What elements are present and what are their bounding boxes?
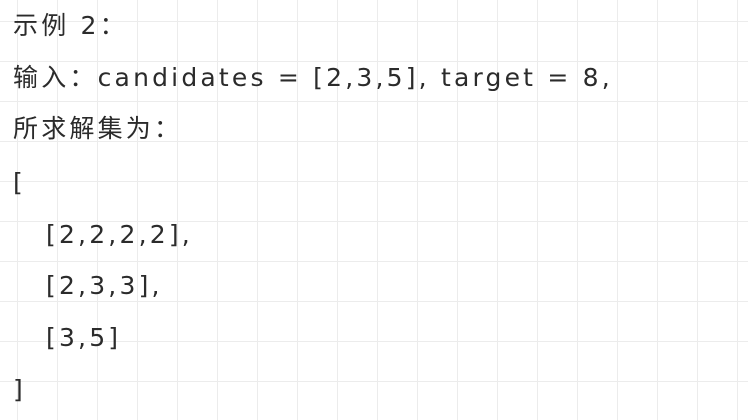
close-bracket: ] (13, 375, 26, 404)
solution-item-1: [2,2,2,2], (46, 220, 193, 249)
solution-item-3: [3,5] (46, 323, 122, 352)
solution-label: 所求解集为： (13, 114, 183, 143)
solution-item-2: [2,3,3], (46, 271, 163, 300)
document-body: 示例 2： 输入：candidates = [2,3,5], target = … (0, 0, 748, 420)
input-line: 输入：candidates = [2,3,5], target = 8, (13, 63, 613, 92)
open-bracket: [ (13, 168, 26, 197)
example-heading: 示例 2： (13, 11, 128, 40)
